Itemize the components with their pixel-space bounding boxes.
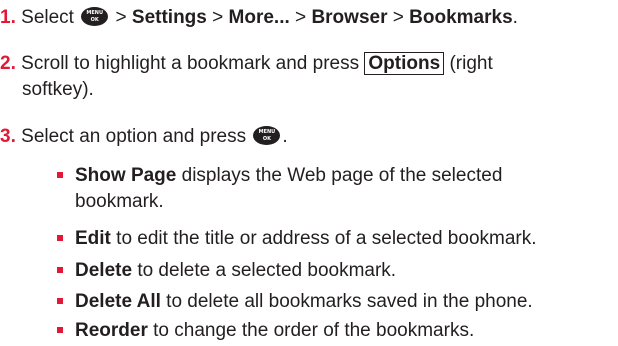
menu-ok-key-icon: MENU OK xyxy=(253,126,281,145)
menu-ok-key-icon: MENU OK xyxy=(81,7,109,26)
step-text: (right xyxy=(449,53,493,74)
bullet-square-icon xyxy=(57,235,63,241)
step-text-continued: softkey). xyxy=(22,79,94,100)
step-text: Scroll to highlight a bookmark and press xyxy=(21,53,360,74)
option-term: Delete All xyxy=(75,291,161,312)
menu-path-item: Browser xyxy=(311,7,388,28)
bullet-square-icon xyxy=(57,327,63,333)
option-term: Show Page xyxy=(75,165,177,186)
option-desc: to change the order of the bookmarks. xyxy=(153,320,475,341)
bullet-square-icon xyxy=(57,267,63,273)
option-desc-continued: bookmark. xyxy=(75,191,164,212)
instructions-document: 1. Select MENU OK > Settings > More... > … xyxy=(0,0,618,346)
step-3: 3. Select an option and press MENU OK. xyxy=(0,124,612,150)
path-separator: > xyxy=(115,7,127,28)
path-separator: > xyxy=(295,7,307,28)
menu-path-item: More... xyxy=(228,7,290,28)
list-item: Show Page displays the Web page of the s… xyxy=(57,163,615,215)
step-number: 3. xyxy=(0,126,16,147)
option-desc: to delete all bookmarks saved in the pho… xyxy=(166,291,533,312)
list-item: Delete to delete a selected bookmark. xyxy=(57,258,615,284)
option-desc: to delete a selected bookmark. xyxy=(137,260,397,281)
list-item: Delete All to delete all bookmarks saved… xyxy=(57,289,615,315)
step-text: Select an option and press xyxy=(21,126,247,147)
bullet-square-icon xyxy=(57,172,63,178)
path-separator: > xyxy=(392,7,404,28)
option-term: Edit xyxy=(75,228,111,249)
option-term: Delete xyxy=(75,260,133,281)
menu-path-item: Settings xyxy=(131,7,207,28)
step-2: 2. Scroll to highlight a bookmark and pr… xyxy=(0,51,612,103)
step-end: . xyxy=(282,126,288,147)
path-separator: > xyxy=(212,7,224,28)
menu-path-item: Bookmarks xyxy=(409,7,513,28)
list-item: Reorder to change the order of the bookm… xyxy=(57,318,615,344)
step-number: 1. xyxy=(0,7,16,28)
bullet-square-icon xyxy=(57,298,63,304)
list-item: Edit to edit the title or address of a s… xyxy=(57,226,615,252)
step-end: . xyxy=(512,7,518,28)
option-desc: displays the Web page of the selected xyxy=(181,165,503,186)
option-desc: to edit the title or address of a select… xyxy=(116,228,537,249)
step-text: Select xyxy=(21,7,74,28)
option-term: Reorder xyxy=(75,320,148,341)
options-softkey: Options xyxy=(364,52,445,75)
step-1: 1. Select MENU OK > Settings > More... > … xyxy=(0,5,612,31)
step-number: 2. xyxy=(0,53,16,74)
